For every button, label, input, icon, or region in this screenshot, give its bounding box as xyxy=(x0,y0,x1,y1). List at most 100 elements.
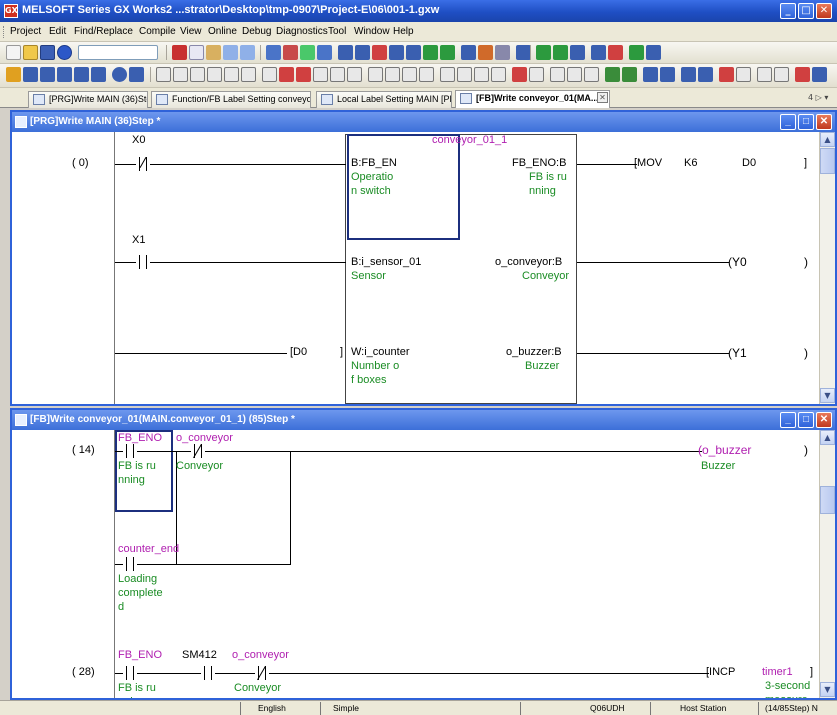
open-branch-icon[interactable] xyxy=(173,67,188,82)
instruction-incp[interactable]: [INCP xyxy=(706,666,735,678)
undo-icon[interactable] xyxy=(223,45,238,60)
inline-st-icon[interactable] xyxy=(529,67,544,82)
monitor-icon[interactable] xyxy=(317,45,332,60)
menu-tool[interactable]: Tool xyxy=(328,26,346,37)
contact-sm412[interactable] xyxy=(201,666,215,680)
note-icon[interactable] xyxy=(567,67,582,82)
menu-compile[interactable]: Compile xyxy=(139,26,176,37)
fb-close-button[interactable]: ✕ xyxy=(816,412,832,428)
watch-add-icon[interactable] xyxy=(774,67,789,82)
scroll-down-arrow[interactable]: ▼ xyxy=(820,388,835,403)
menu-online[interactable]: Online xyxy=(208,26,237,37)
device-comment-icon[interactable] xyxy=(629,45,644,60)
line-draw-icon[interactable] xyxy=(419,67,434,82)
horizontal-line-icon[interactable] xyxy=(262,67,277,82)
falling-pulse-close-icon[interactable] xyxy=(368,67,383,82)
change-module-icon[interactable] xyxy=(698,67,713,82)
tab-scroll-nav[interactable]: 4 ▷ ▾ xyxy=(808,93,828,102)
operand-k6[interactable]: K6 xyxy=(684,157,697,169)
minimize-button[interactable]: _ xyxy=(780,3,796,19)
copy-icon[interactable] xyxy=(189,45,204,60)
branch-mode-icon[interactable] xyxy=(474,67,489,82)
contact-x1[interactable] xyxy=(136,255,150,269)
scroll-icon[interactable] xyxy=(757,67,772,82)
menu-view[interactable]: View xyxy=(180,26,202,37)
invert-icon[interactable] xyxy=(402,67,417,82)
operation-result-icon[interactable] xyxy=(385,67,400,82)
contact-o-conveyor[interactable] xyxy=(255,665,269,681)
prg-window-titlebar[interactable]: [PRG]Write MAIN (36)Step * _ □ ✕ xyxy=(12,112,835,132)
close-tab-icon[interactable]: ✕ xyxy=(597,92,608,103)
contact-x0[interactable] xyxy=(136,157,150,171)
monitor-start-icon[interactable] xyxy=(338,45,353,60)
falling-pulse-icon[interactable] xyxy=(330,67,345,82)
contact-fb-eno[interactable] xyxy=(123,666,137,680)
device-display-icon[interactable] xyxy=(646,45,661,60)
instruction-mov[interactable]: [MOV xyxy=(634,157,662,169)
navigation-icon[interactable] xyxy=(6,67,21,82)
menu-diagnostics[interactable]: Diagnostics xyxy=(276,26,328,37)
monitor-stop-icon[interactable] xyxy=(355,45,370,60)
tab-local-label-setting[interactable]: Local Label Setting MAIN [PRG] xyxy=(316,91,452,108)
open-contact-icon[interactable] xyxy=(156,67,171,82)
cross-reference-icon[interactable] xyxy=(57,67,72,82)
contact-fb-eno[interactable] xyxy=(123,444,137,458)
toolbar-combo[interactable] xyxy=(78,45,158,60)
open-project-icon[interactable] xyxy=(23,45,38,60)
label-ref-icon[interactable] xyxy=(736,67,751,82)
menu-find-replace[interactable]: Find/Replace xyxy=(74,26,133,37)
tab-function-fb-label[interactable]: Function/FB Label Setting conveyor... xyxy=(151,91,311,108)
rising-pulse-close-icon[interactable] xyxy=(347,67,362,82)
application-instruction-icon[interactable] xyxy=(241,67,256,82)
help-icon[interactable] xyxy=(57,45,72,60)
run-icon[interactable] xyxy=(812,67,827,82)
fb-minimize-button[interactable]: _ xyxy=(780,412,796,428)
menu-edit[interactable]: Edit xyxy=(49,26,66,37)
coil-y1[interactable]: (Y1 xyxy=(728,346,747,360)
label-icon[interactable] xyxy=(608,45,623,60)
compile-icon[interactable] xyxy=(423,45,438,60)
device-test-icon[interactable] xyxy=(389,45,404,60)
redo-icon[interactable] xyxy=(240,45,255,60)
maximize-button[interactable]: □ xyxy=(798,3,814,19)
ladder-icon[interactable] xyxy=(536,45,551,60)
coil-o-buzzer[interactable]: (o_buzzer xyxy=(698,443,751,457)
contact-o-conveyor[interactable] xyxy=(191,443,205,459)
st-icon[interactable] xyxy=(591,45,606,60)
coil-y0[interactable]: (Y0 xyxy=(728,255,747,269)
zoom-icon[interactable] xyxy=(516,45,531,60)
zoom-out-icon[interactable] xyxy=(622,67,637,82)
device-d0[interactable]: [D0 xyxy=(290,346,307,358)
fb-window-titlebar[interactable]: [FB]Write conveyor_01(MAIN.conveyor_01_1… xyxy=(12,410,835,430)
fb-edit-icon[interactable] xyxy=(512,67,527,82)
watch-icon[interactable] xyxy=(372,45,387,60)
device-comment-display-icon[interactable] xyxy=(584,67,599,82)
menu-help[interactable]: Help xyxy=(393,26,414,37)
tab-fb-write-conveyor[interactable]: [FB]Write conveyor_01(MA... xyxy=(455,90,610,108)
verify-plc-icon[interactable] xyxy=(300,45,315,60)
ladder-edit-icon[interactable] xyxy=(553,45,568,60)
title-bar[interactable]: GX MELSOFT Series GX Works2 ...strator\D… xyxy=(0,0,837,22)
sampling-trace-icon[interactable] xyxy=(406,45,421,60)
prg-close-button[interactable]: ✕ xyxy=(816,114,832,130)
stop-icon[interactable] xyxy=(795,67,810,82)
online-icon[interactable] xyxy=(112,67,127,82)
delete-line-icon[interactable] xyxy=(279,67,294,82)
sfc-icon[interactable] xyxy=(570,45,585,60)
close-contact-icon[interactable] xyxy=(190,67,205,82)
fb-ladder-area[interactable]: ( 14) FB_ENO FB is ru nning o_conveyor C… xyxy=(12,430,819,698)
simulation-icon[interactable] xyxy=(461,45,476,60)
open-close-icon[interactable] xyxy=(681,67,696,82)
fb-maximize-button[interactable]: □ xyxy=(798,412,814,428)
close-button[interactable]: ✕ xyxy=(816,3,832,19)
scroll-thumb[interactable] xyxy=(820,148,835,174)
prg-vertical-scrollbar[interactable]: ▲ ▼ xyxy=(819,132,835,404)
write-plc-icon[interactable] xyxy=(283,45,298,60)
comment-edit-icon[interactable] xyxy=(491,67,506,82)
cut-icon[interactable] xyxy=(172,45,187,60)
replace-device-icon[interactable] xyxy=(660,67,675,82)
tab-prg-write-main[interactable]: [PRG]Write MAIN (36)Step * xyxy=(28,91,148,108)
new-project-icon[interactable] xyxy=(6,45,21,60)
binoculars-icon[interactable] xyxy=(129,67,144,82)
statement-icon[interactable] xyxy=(550,67,565,82)
